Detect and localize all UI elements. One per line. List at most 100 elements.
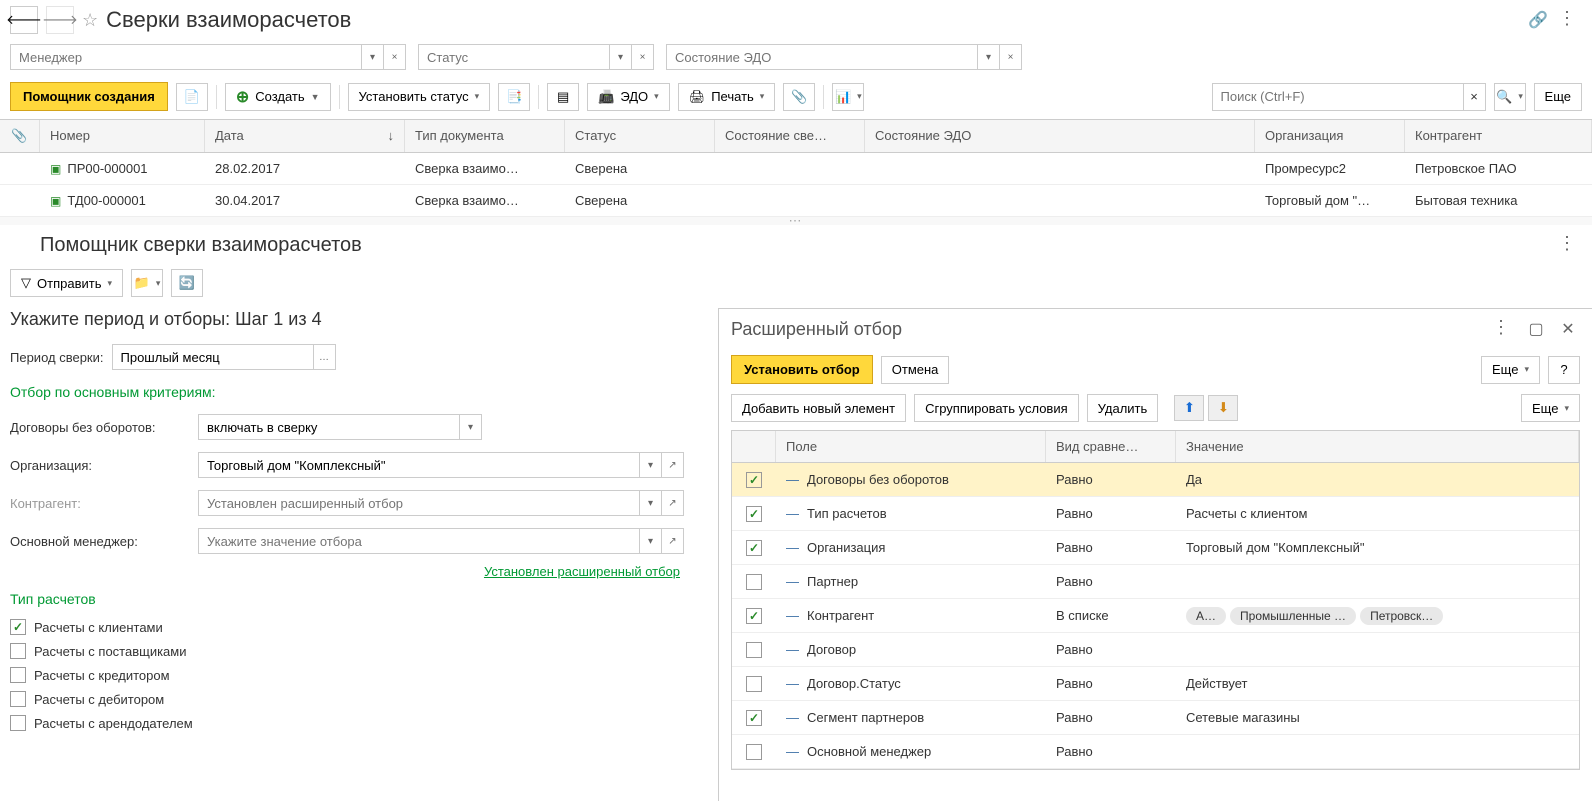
checkbox[interactable] [746,506,762,522]
open-icon[interactable]: ↗ [661,453,683,477]
checkbox[interactable] [746,744,762,760]
checkbox[interactable] [746,574,762,590]
chevron-down-icon[interactable]: ▾ [977,45,999,69]
filter-row[interactable]: —Контрагент В списке А…Промышленные …Пет… [732,599,1579,633]
column-header[interactable]: Организация [1255,120,1405,152]
filter-row[interactable]: —Сегмент партнеров Равно Сетевые магазин… [732,701,1579,735]
checkbox[interactable] [10,619,26,635]
filter-column-header[interactable]: Значение [1176,431,1579,462]
splitter-handle[interactable] [0,217,1592,225]
org-select[interactable]: ▾↗ [198,452,684,478]
send-button[interactable]: ▽Отправить▾ [10,269,123,297]
filter-row[interactable]: —Договор.Статус Равно Действует [732,667,1579,701]
new-window-icon[interactable]: 📄 [176,83,208,111]
clear-icon[interactable]: × [999,45,1021,69]
delete-button[interactable]: Удалить [1087,394,1159,422]
header-filter[interactable]: ▾× [10,44,406,70]
group-conditions-button[interactable]: Сгруппировать условия [914,394,1079,422]
checkbox[interactable] [746,710,762,726]
back-button[interactable]: 🡐 [10,6,38,34]
more-button[interactable]: Еще [1534,83,1582,111]
column-header[interactable]: Номер [40,120,205,152]
column-header[interactable]: Дата ↓ [205,120,405,152]
open-icon[interactable]: ↗ [661,529,683,553]
kebab-icon[interactable]: ⋮ [1558,233,1582,257]
filter-row[interactable]: —Тип расчетов Равно Расчеты с клиентом [732,497,1579,531]
filter-row[interactable]: —Партнер Равно [732,565,1579,599]
more-button-2[interactable]: Еще▾ [1521,394,1580,422]
cancel-button[interactable]: Отмена [881,356,950,384]
checkbox[interactable] [746,608,762,624]
column-header[interactable]: Состояние ЭДО [865,120,1255,152]
report-icon[interactable]: 📊▾ [832,83,864,111]
compare-type: Равно [1046,738,1176,765]
column-header[interactable]: Тип документа [405,120,565,152]
forward-button[interactable]: 🡒 [46,6,74,34]
filter-column-header[interactable] [732,431,776,462]
apply-filter-button[interactable]: Установить отбор [731,355,873,384]
add-element-button[interactable]: Добавить новый элемент [731,394,906,422]
header-filter[interactable]: ▾× [418,44,654,70]
clear-icon[interactable]: × [383,45,405,69]
checkbox[interactable] [746,472,762,488]
value-pill: Петровск… [1360,607,1443,625]
column-header[interactable]: Статус [565,120,715,152]
filter-column-header[interactable]: Поле [776,431,1046,462]
create-button[interactable]: ⊕Создать▼ [225,83,331,111]
chevron-down-icon[interactable]: ▾ [609,45,631,69]
checkbox[interactable] [10,643,26,659]
filter-row[interactable]: —Договор Равно [732,633,1579,667]
search-input[interactable]: × [1212,83,1486,111]
clear-icon[interactable]: × [1463,84,1485,110]
set-status-button[interactable]: Установить статус▾ [348,83,491,111]
checkbox[interactable] [746,540,762,556]
chevron-down-icon[interactable]: ▾ [639,529,661,553]
more-button[interactable]: Еще▾ [1481,356,1540,384]
manager-input[interactable]: ▾↗ [198,528,684,554]
period-input[interactable]: … [112,344,336,370]
kebab-icon[interactable]: ⋮ [1492,317,1516,341]
star-icon[interactable]: ☆ [82,10,98,31]
checkbox[interactable] [746,676,762,692]
chevron-down-icon[interactable]: ▾ [639,453,661,477]
filter-row[interactable]: —Основной менеджер Равно [732,735,1579,769]
help-button[interactable]: ? [1548,356,1580,384]
column-header[interactable]: Контрагент [1405,120,1592,152]
checkbox[interactable] [10,715,26,731]
edo-button[interactable]: 📠ЭДО▾ [587,83,670,111]
column-header[interactable]: 📎 [0,120,40,152]
ellipsis-button[interactable]: … [313,345,335,369]
refresh-icon[interactable]: 🔄 [171,269,203,297]
contracts-select[interactable]: ▾ [198,414,482,440]
link-icon[interactable]: 🔗 [1526,8,1550,32]
checkbox[interactable] [10,667,26,683]
clip-icon[interactable]: 📎 [783,83,815,111]
folder-icon[interactable]: 📁▾ [131,269,163,297]
checkbox[interactable] [746,642,762,658]
arrow-down-icon: ⬇ [1218,400,1229,416]
move-up-button[interactable]: ⬆ [1174,395,1204,421]
copy-icon[interactable]: 📑 [498,83,530,111]
chevron-down-icon[interactable]: ▾ [361,45,383,69]
chevron-down-icon[interactable]: ▾ [639,491,661,515]
column-header[interactable]: Состояние све… [715,120,865,152]
header-filter[interactable]: ▾× [666,44,1022,70]
kebab-icon[interactable]: ⋮ [1558,8,1582,32]
filter-row[interactable]: —Договоры без оборотов Равно Да [732,463,1579,497]
close-icon[interactable]: ✕ [1556,317,1580,341]
search-button[interactable]: 🔍▾ [1494,83,1526,111]
checkbox[interactable] [10,691,26,707]
table-row[interactable]: ▣ПР00-000001 28.02.2017 Сверка взаимо… С… [0,153,1592,185]
print-button[interactable]: 🖨Печать▾ [678,83,776,111]
assistant-create-button[interactable]: Помощник создания [10,82,168,111]
filter-row[interactable]: —Организация Равно Торговый дом "Комплек… [732,531,1579,565]
filter-column-header[interactable]: Вид сравне… [1046,431,1176,462]
move-down-button[interactable]: ⬇ [1208,395,1238,421]
contractor-input[interactable]: ▾↗ [198,490,684,516]
advanced-filter-link[interactable]: Установлен расширенный отбор [0,560,690,583]
chevron-down-icon[interactable]: ▾ [459,415,481,439]
open-icon[interactable]: ↗ [661,491,683,515]
maximize-icon[interactable]: ▢ [1524,317,1548,341]
list-icon[interactable]: ▤ [547,83,579,111]
clear-icon[interactable]: × [631,45,653,69]
